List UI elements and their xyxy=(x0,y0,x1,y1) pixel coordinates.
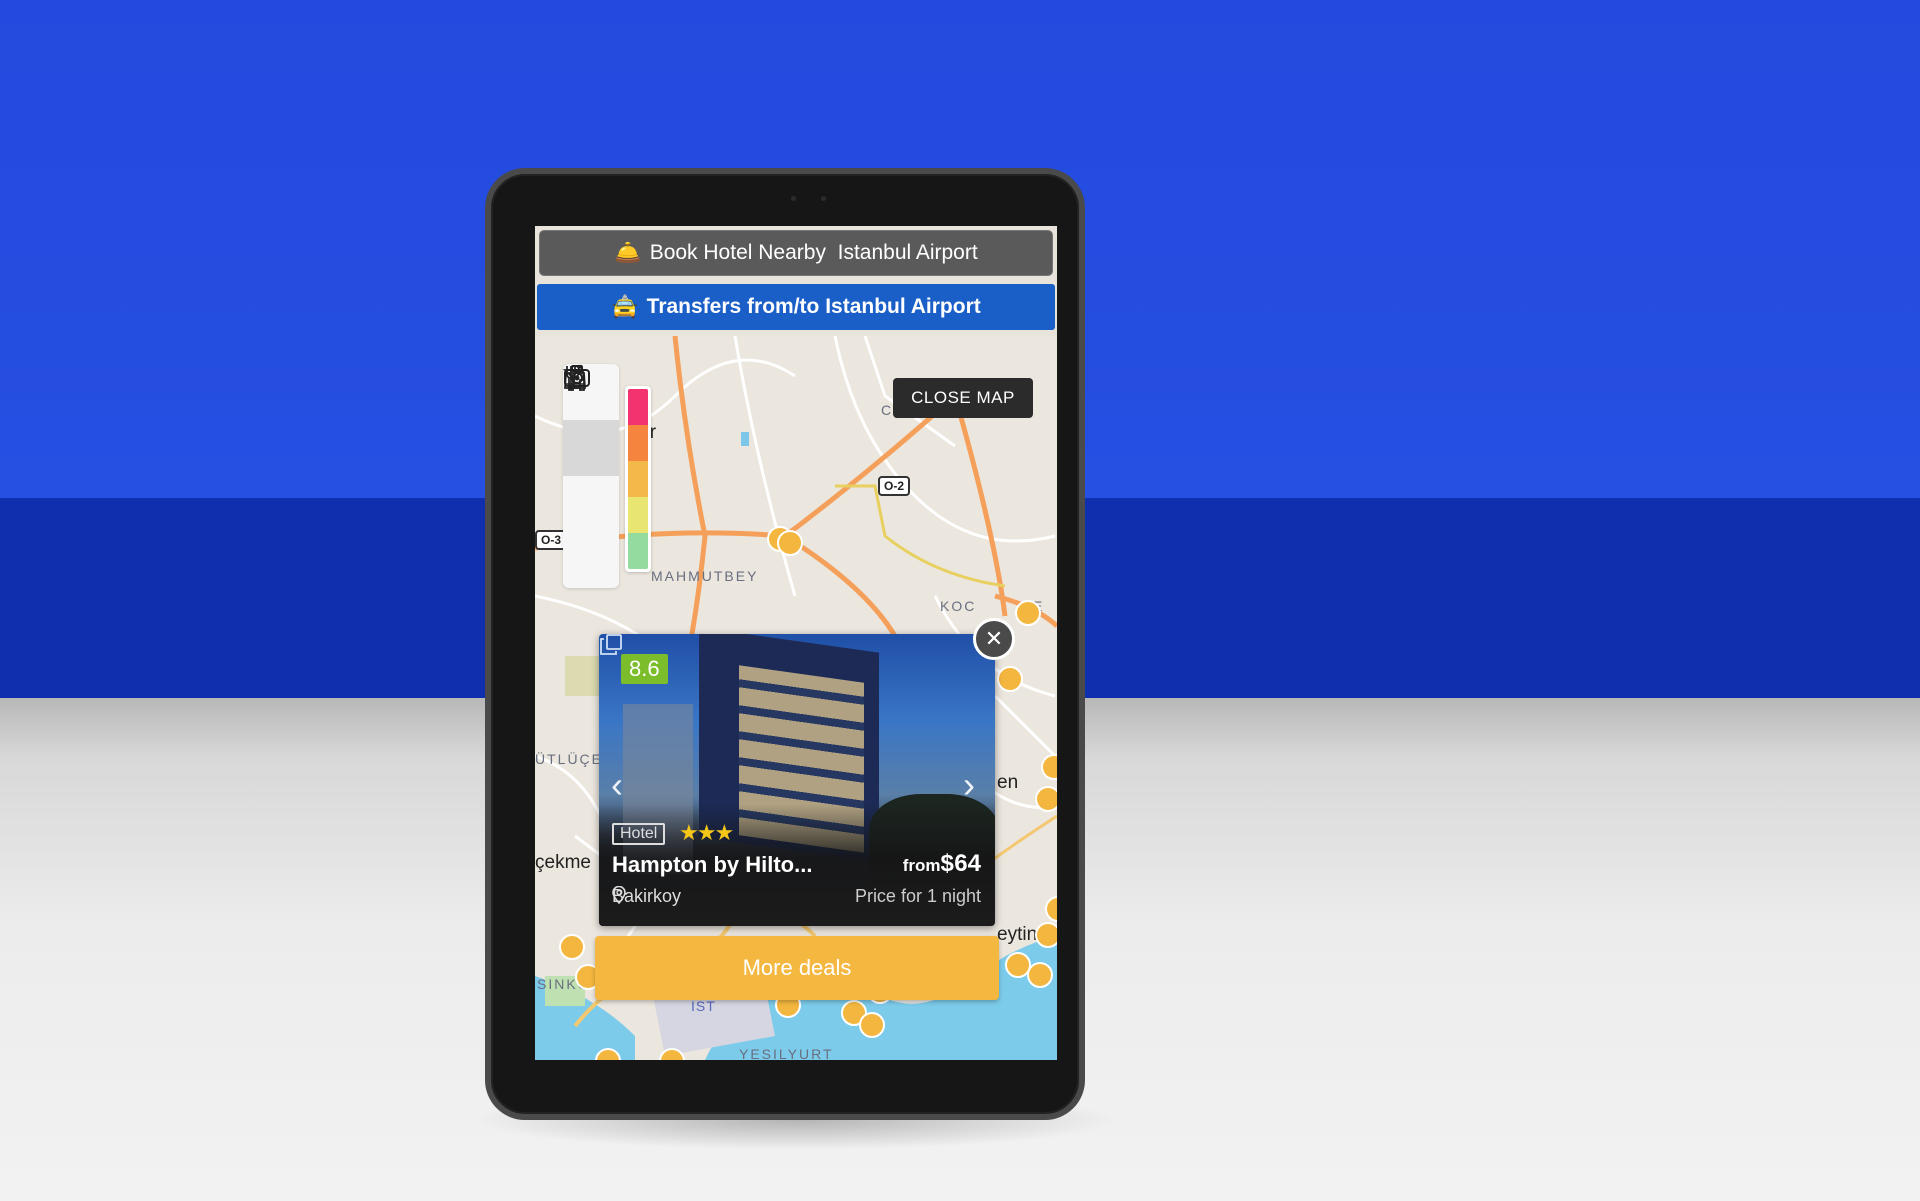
location-pin-icon xyxy=(612,886,626,904)
map-label-ist: IST xyxy=(691,998,716,1014)
price-amount: 64 xyxy=(954,850,981,877)
review-score-badge: 8.6 xyxy=(621,654,668,684)
close-map-button[interactable]: CLOSE MAP xyxy=(893,378,1033,418)
tablet-device: 🛎️ Book Hotel Nearby Istanbul Airport 🚖 … xyxy=(485,168,1085,1120)
pond xyxy=(741,432,749,446)
gallery-icon[interactable] xyxy=(599,634,623,656)
map-label-mahmutbey: MAHMUTBEY xyxy=(651,568,759,584)
map-label-c: C xyxy=(881,402,894,418)
hotel-pin[interactable] xyxy=(859,1012,885,1038)
transfers-button[interactable]: 🚖 Transfers from/to Istanbul Airport xyxy=(537,284,1055,330)
road-shield-o2: O-2 xyxy=(878,476,911,496)
next-photo-arrow[interactable]: › xyxy=(963,764,975,806)
map-view[interactable]: MAHMUTBEY hir ÜTLÜÇE çekme en eytin SINK… xyxy=(535,336,1057,1060)
book-hotel-label: Book Hotel Nearby Istanbul Airport xyxy=(649,241,978,264)
previous-photo-arrow[interactable]: ‹ xyxy=(611,764,623,806)
heat-level-2 xyxy=(628,497,648,533)
more-deals-button[interactable]: More deals xyxy=(595,936,999,1000)
filter-shopping[interactable] xyxy=(563,365,619,532)
sensor-icon xyxy=(821,196,826,201)
map-label-zeytin: eytin xyxy=(997,924,1038,945)
filter-nightlife[interactable] xyxy=(563,364,619,588)
map-label-sutluce: ÜTLÜÇE xyxy=(535,751,604,767)
poi-filter-bar xyxy=(563,364,619,588)
app-screen: 🛎️ Book Hotel Nearby Istanbul Airport 🚖 … xyxy=(535,226,1057,1060)
price-note: Price for 1 night xyxy=(854,886,981,906)
close-icon: ✕ xyxy=(984,626,1004,651)
hotel-pin[interactable] xyxy=(997,666,1023,692)
heat-level-1 xyxy=(628,533,648,569)
heat-level-4 xyxy=(628,425,648,461)
map-label-koc: KOC xyxy=(940,598,977,614)
bellhop-bell-icon: 🛎️ xyxy=(614,240,642,265)
price-currency: $ xyxy=(940,850,954,877)
map-label-yesilyurt: YESILYURT xyxy=(739,1046,834,1060)
close-card-button[interactable]: ✕ xyxy=(973,618,1015,660)
hotel-pin[interactable] xyxy=(1027,962,1053,988)
map-label-cekme: çekme xyxy=(535,852,591,873)
heat-level-5 xyxy=(628,389,648,425)
taxi-icon: 🚖 xyxy=(611,294,639,319)
hotel-name[interactable]: Hampton by Hilto... xyxy=(612,852,812,878)
hotel-card[interactable]: 8.6 ‹ › Hotel ★★★ Hampton by Hilto... fr… xyxy=(599,634,995,926)
transfers-label: Transfers from/to Istanbul Airport xyxy=(646,295,981,318)
front-camera-icon xyxy=(791,196,796,201)
cocktail-icon xyxy=(563,364,585,389)
price: from$ 64 xyxy=(903,850,981,878)
heat-scale-legend xyxy=(625,386,651,572)
book-hotel-button[interactable]: 🛎️ Book Hotel Nearby Istanbul Airport xyxy=(539,230,1053,276)
hotel-location: Bakirkoy xyxy=(612,886,681,907)
hotel-pin[interactable] xyxy=(559,934,585,960)
hotel-pin[interactable] xyxy=(1035,922,1057,948)
hotel-pin[interactable] xyxy=(1035,786,1057,812)
property-type-badge: Hotel xyxy=(612,823,666,845)
map-label-en: en xyxy=(997,772,1019,793)
heat-level-3 xyxy=(628,461,648,497)
star-rating: ★★★ xyxy=(679,820,734,845)
hotel-pin[interactable] xyxy=(777,530,803,556)
filter-restaurants[interactable] xyxy=(563,365,619,476)
price-prefix: from xyxy=(902,856,941,875)
hotel-pin[interactable] xyxy=(1015,600,1041,626)
